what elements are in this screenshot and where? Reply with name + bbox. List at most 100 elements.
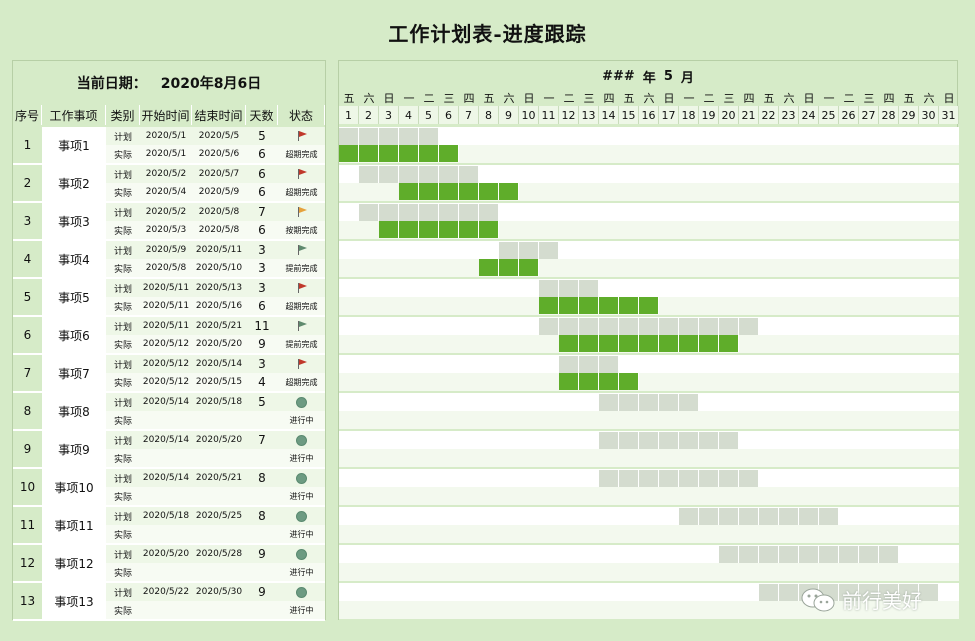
- current-date-value[interactable]: 2020年8月6日: [161, 73, 261, 93]
- actual-bar-day: [559, 335, 579, 352]
- actual-days-cell: 3: [258, 261, 266, 275]
- plan-start-cell[interactable]: 2020/5/2: [140, 203, 192, 221]
- task-name-cell[interactable]: 事项5: [42, 279, 106, 315]
- actual-start-cell[interactable]: 2020/5/12: [140, 373, 192, 391]
- plan-bar-day: [679, 432, 699, 449]
- task-name-cell[interactable]: 事项10: [42, 469, 106, 505]
- plan-end-cell[interactable]: 2020/5/20: [192, 431, 246, 449]
- task-name-cell[interactable]: 事项13: [42, 583, 106, 619]
- actual-bar-day: [519, 259, 539, 276]
- plan-bar-day: [599, 470, 619, 487]
- plan-end-cell[interactable]: 2020/5/21: [192, 469, 246, 487]
- plan-start-cell[interactable]: 2020/5/22: [140, 583, 192, 601]
- plan-bar-day: [779, 584, 799, 601]
- red-flag-icon: [278, 167, 325, 181]
- date-cell: 4: [399, 106, 419, 124]
- col-header-days: 天数: [246, 105, 278, 125]
- actual-bar-day: [399, 183, 419, 200]
- actual-start-cell[interactable]: [140, 411, 192, 429]
- plan-bar-day: [679, 508, 699, 525]
- actual-start-cell[interactable]: 2020/5/1: [140, 145, 192, 163]
- task-name-cell[interactable]: 事项7: [42, 355, 106, 391]
- current-date-label: 当前日期：: [76, 76, 147, 92]
- task-name-cell[interactable]: 事项1: [42, 127, 106, 163]
- plan-start-cell[interactable]: 2020/5/2: [140, 165, 192, 183]
- actual-start-cell[interactable]: [140, 525, 192, 543]
- status-text: 超期完成: [285, 149, 318, 159]
- date-cell: 28: [879, 106, 899, 124]
- actual-start-cell[interactable]: [140, 487, 192, 505]
- task-name-cell[interactable]: 事项9: [42, 431, 106, 467]
- plan-end-cell[interactable]: 2020/5/7: [192, 165, 246, 183]
- actual-start-cell[interactable]: 2020/5/12: [140, 335, 192, 353]
- plan-end-cell[interactable]: 2020/5/11: [192, 241, 246, 259]
- plan-end-cell[interactable]: 2020/5/13: [192, 279, 246, 297]
- plan-start-cell[interactable]: 2020/5/14: [140, 469, 192, 487]
- actual-end-cell[interactable]: 2020/5/20: [192, 335, 246, 353]
- actual-end-cell[interactable]: [192, 525, 246, 543]
- plan-bar-day: [659, 470, 679, 487]
- gantt-row: [339, 545, 959, 583]
- plan-start-cell[interactable]: 2020/5/11: [140, 279, 192, 297]
- plan-start-cell[interactable]: 2020/5/14: [140, 393, 192, 411]
- actual-bar-day: [599, 335, 619, 352]
- actual-end-cell[interactable]: 2020/5/10: [192, 259, 246, 277]
- type-plan-cell: 计划: [113, 246, 132, 257]
- actual-end-cell[interactable]: [192, 601, 246, 619]
- plan-start-cell[interactable]: 2020/5/14: [140, 431, 192, 449]
- plan-start-cell[interactable]: 2020/5/18: [140, 507, 192, 525]
- actual-end-cell[interactable]: [192, 487, 246, 505]
- task-name-cell[interactable]: 事项3: [42, 203, 106, 239]
- plan-end-cell[interactable]: 2020/5/21: [192, 317, 246, 335]
- plan-end-cell[interactable]: 2020/5/25: [192, 507, 246, 525]
- plan-end-cell[interactable]: 2020/5/8: [192, 203, 246, 221]
- plan-end-cell[interactable]: 2020/5/18: [192, 393, 246, 411]
- plan-end-cell[interactable]: 2020/5/28: [192, 545, 246, 563]
- actual-bar-day: [619, 373, 639, 390]
- actual-end-cell[interactable]: 2020/5/9: [192, 183, 246, 201]
- plan-start-cell[interactable]: 2020/5/12: [140, 355, 192, 373]
- plan-start-cell[interactable]: 2020/5/9: [140, 241, 192, 259]
- actual-start-cell[interactable]: 2020/5/11: [140, 297, 192, 315]
- type-plan-cell: 计划: [113, 398, 132, 409]
- col-header-type: 类别: [106, 105, 140, 125]
- plan-bar-day: [739, 508, 759, 525]
- plan-days-cell: 5: [258, 129, 266, 143]
- actual-end-cell[interactable]: 2020/5/16: [192, 297, 246, 315]
- actual-end-cell[interactable]: [192, 563, 246, 581]
- actual-start-cell[interactable]: [140, 563, 192, 581]
- task-name-cell[interactable]: 事项8: [42, 393, 106, 429]
- weekday-cell: 日: [803, 91, 815, 105]
- date-cell: 26: [839, 106, 859, 124]
- plan-bar-day: [819, 508, 839, 525]
- actual-end-cell[interactable]: 2020/5/6: [192, 145, 246, 163]
- actual-end-cell[interactable]: [192, 449, 246, 467]
- actual-days-cell: [246, 449, 278, 467]
- task-name-cell[interactable]: 事项6: [42, 317, 106, 353]
- status-text: 超期完成: [285, 301, 318, 311]
- plan-start-cell[interactable]: 2020/5/1: [140, 127, 192, 145]
- plan-days-cell: 3: [258, 281, 266, 295]
- plan-end-cell[interactable]: 2020/5/14: [192, 355, 246, 373]
- actual-end-cell[interactable]: 2020/5/8: [192, 221, 246, 239]
- actual-bar-day: [559, 297, 579, 314]
- actual-end-cell[interactable]: [192, 411, 246, 429]
- task-name-cell[interactable]: 事项4: [42, 241, 106, 277]
- task-name-cell[interactable]: 事项12: [42, 545, 106, 581]
- date-cell: 9: [499, 106, 519, 124]
- actual-end-cell[interactable]: 2020/5/15: [192, 373, 246, 391]
- actual-start-cell[interactable]: [140, 449, 192, 467]
- actual-start-cell[interactable]: 2020/5/4: [140, 183, 192, 201]
- task-name-cell[interactable]: 事项11: [42, 507, 106, 543]
- plan-start-cell[interactable]: 2020/5/11: [140, 317, 192, 335]
- actual-start-cell[interactable]: [140, 601, 192, 619]
- actual-start-cell[interactable]: 2020/5/3: [140, 221, 192, 239]
- plan-start-cell[interactable]: 2020/5/20: [140, 545, 192, 563]
- plan-end-cell[interactable]: 2020/5/30: [192, 583, 246, 601]
- task-name-cell[interactable]: 事项2: [42, 165, 106, 201]
- plan-end-cell[interactable]: 2020/5/5: [192, 127, 246, 145]
- actual-days-cell: 6: [258, 185, 266, 199]
- actual-start-cell[interactable]: 2020/5/8: [140, 259, 192, 277]
- orange-flag-icon: [278, 205, 325, 219]
- weekday-cell: 二: [423, 91, 435, 105]
